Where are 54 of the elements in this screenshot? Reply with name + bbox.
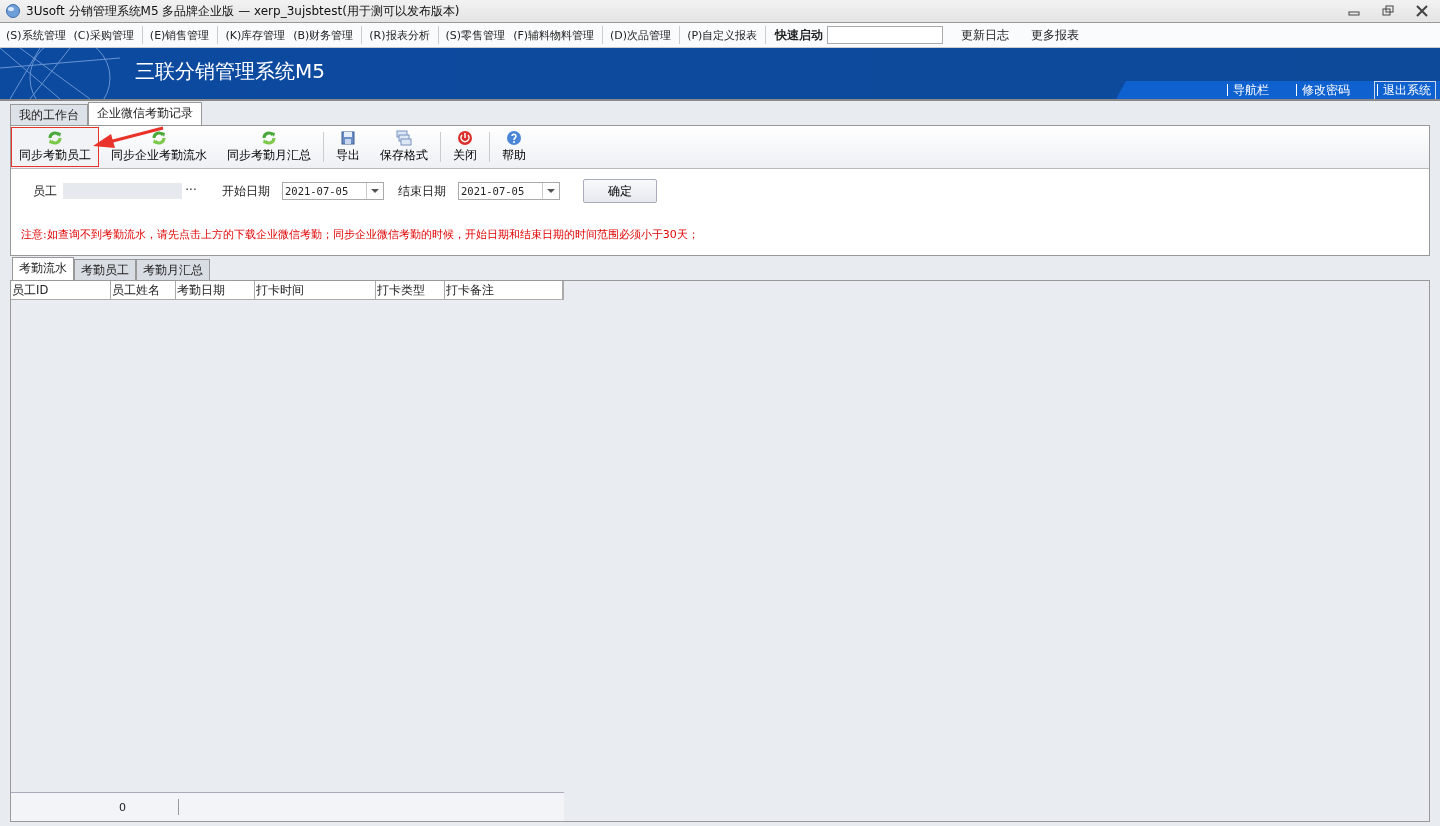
sync-icon <box>261 130 277 146</box>
banner-link[interactable]: 退出系统 <box>1374 80 1436 100</box>
menu-item[interactable]: (F)辅料物料管理 <box>513 27 599 43</box>
row-count: 0 <box>119 800 126 814</box>
column-header[interactable]: 考勤日期 <box>176 281 255 299</box>
column-header[interactable]: 员工ID <box>11 281 111 299</box>
column-header[interactable]: 打卡类型 <box>376 281 445 299</box>
toolbar-button[interactable]: 关闭 <box>445 127 485 167</box>
notice-text: 注意:如查询不到考勤流水，请先点击上方的下载企业微信考勤；同步企业微信考勤的时候，开始日期和结束日期的时间范围必须小于30天； <box>21 227 700 242</box>
confirm-button[interactable]: 确定 <box>583 179 657 203</box>
window-title: 3Usoft 分销管理系统M5 多品牌企业版 — xerp_3ujsbtest(用于测可以发布版本) <box>26 2 460 20</box>
help-icon <box>506 130 522 146</box>
browse-button[interactable]: ··· <box>182 183 200 199</box>
menu-item[interactable]: 更多报表 <box>1031 27 1080 43</box>
menu-item[interactable]: (B)财务管理 <box>293 27 358 43</box>
menu-item[interactable]: (K)库存管理 <box>225 27 290 43</box>
field-label: 开始日期 <box>222 182 270 200</box>
menu-item[interactable]: (P)自定义报表 <box>687 27 762 43</box>
sync-icon <box>151 130 167 146</box>
quick-launch-field[interactable] <box>827 26 944 44</box>
date-field[interactable]: 2021-07-05 <box>282 182 384 200</box>
toolbar-button[interactable]: 同步企业考勤流水 <box>103 127 215 167</box>
toolbar-button[interactable]: 帮助 <box>494 127 534 167</box>
employee-field[interactable]: ··· <box>63 183 200 199</box>
toolbar-button[interactable]: 同步考勤员工 <box>11 127 99 167</box>
menu-item[interactable]: (S)零售管理 <box>445 27 510 43</box>
menu-item[interactable]: (R)报表分析 <box>369 27 434 43</box>
column-header[interactable]: 打卡备注 <box>445 281 563 299</box>
menu-item[interactable]: 更新日志 <box>961 27 1010 43</box>
menu-item[interactable]: (D)次品管理 <box>610 27 676 43</box>
toolbar-button[interactable]: 保存格式 <box>372 127 436 167</box>
menu-item[interactable]: (S)系统管理 <box>6 27 70 43</box>
tab[interactable]: 考勤员工 <box>74 259 136 280</box>
stacked-windows-icon <box>396 130 412 146</box>
tab[interactable]: 企业微信考勤记录 <box>88 102 202 125</box>
tab[interactable]: 我的工作台 <box>10 104 88 125</box>
close-icon[interactable] <box>1416 5 1428 17</box>
banner-title: 三联分销管理系统M5 <box>135 58 325 85</box>
field-label: 员工 <box>33 182 57 200</box>
restore-icon[interactable] <box>1382 5 1394 17</box>
menu-item[interactable]: (E)销售管理 <box>149 27 214 43</box>
sync-icon <box>47 130 63 146</box>
column-header[interactable]: 员工姓名 <box>111 281 176 299</box>
tab[interactable]: 考勤月汇总 <box>136 259 210 280</box>
field-label: 结束日期 <box>398 182 446 200</box>
toolbar-button[interactable]: 导出 <box>328 127 368 167</box>
quick-launch-label: 快速启动 <box>775 27 824 43</box>
column-header[interactable]: 打卡时间 <box>255 281 376 299</box>
app-globe-icon <box>6 4 20 18</box>
tab[interactable]: 考勤流水 <box>12 257 74 280</box>
date-field[interactable]: 2021-07-05 <box>458 182 560 200</box>
menu-item[interactable]: (C)采购管理 <box>73 27 138 43</box>
power-icon <box>457 130 473 146</box>
toolbar-button[interactable]: 同步考勤月汇总 <box>219 127 319 167</box>
